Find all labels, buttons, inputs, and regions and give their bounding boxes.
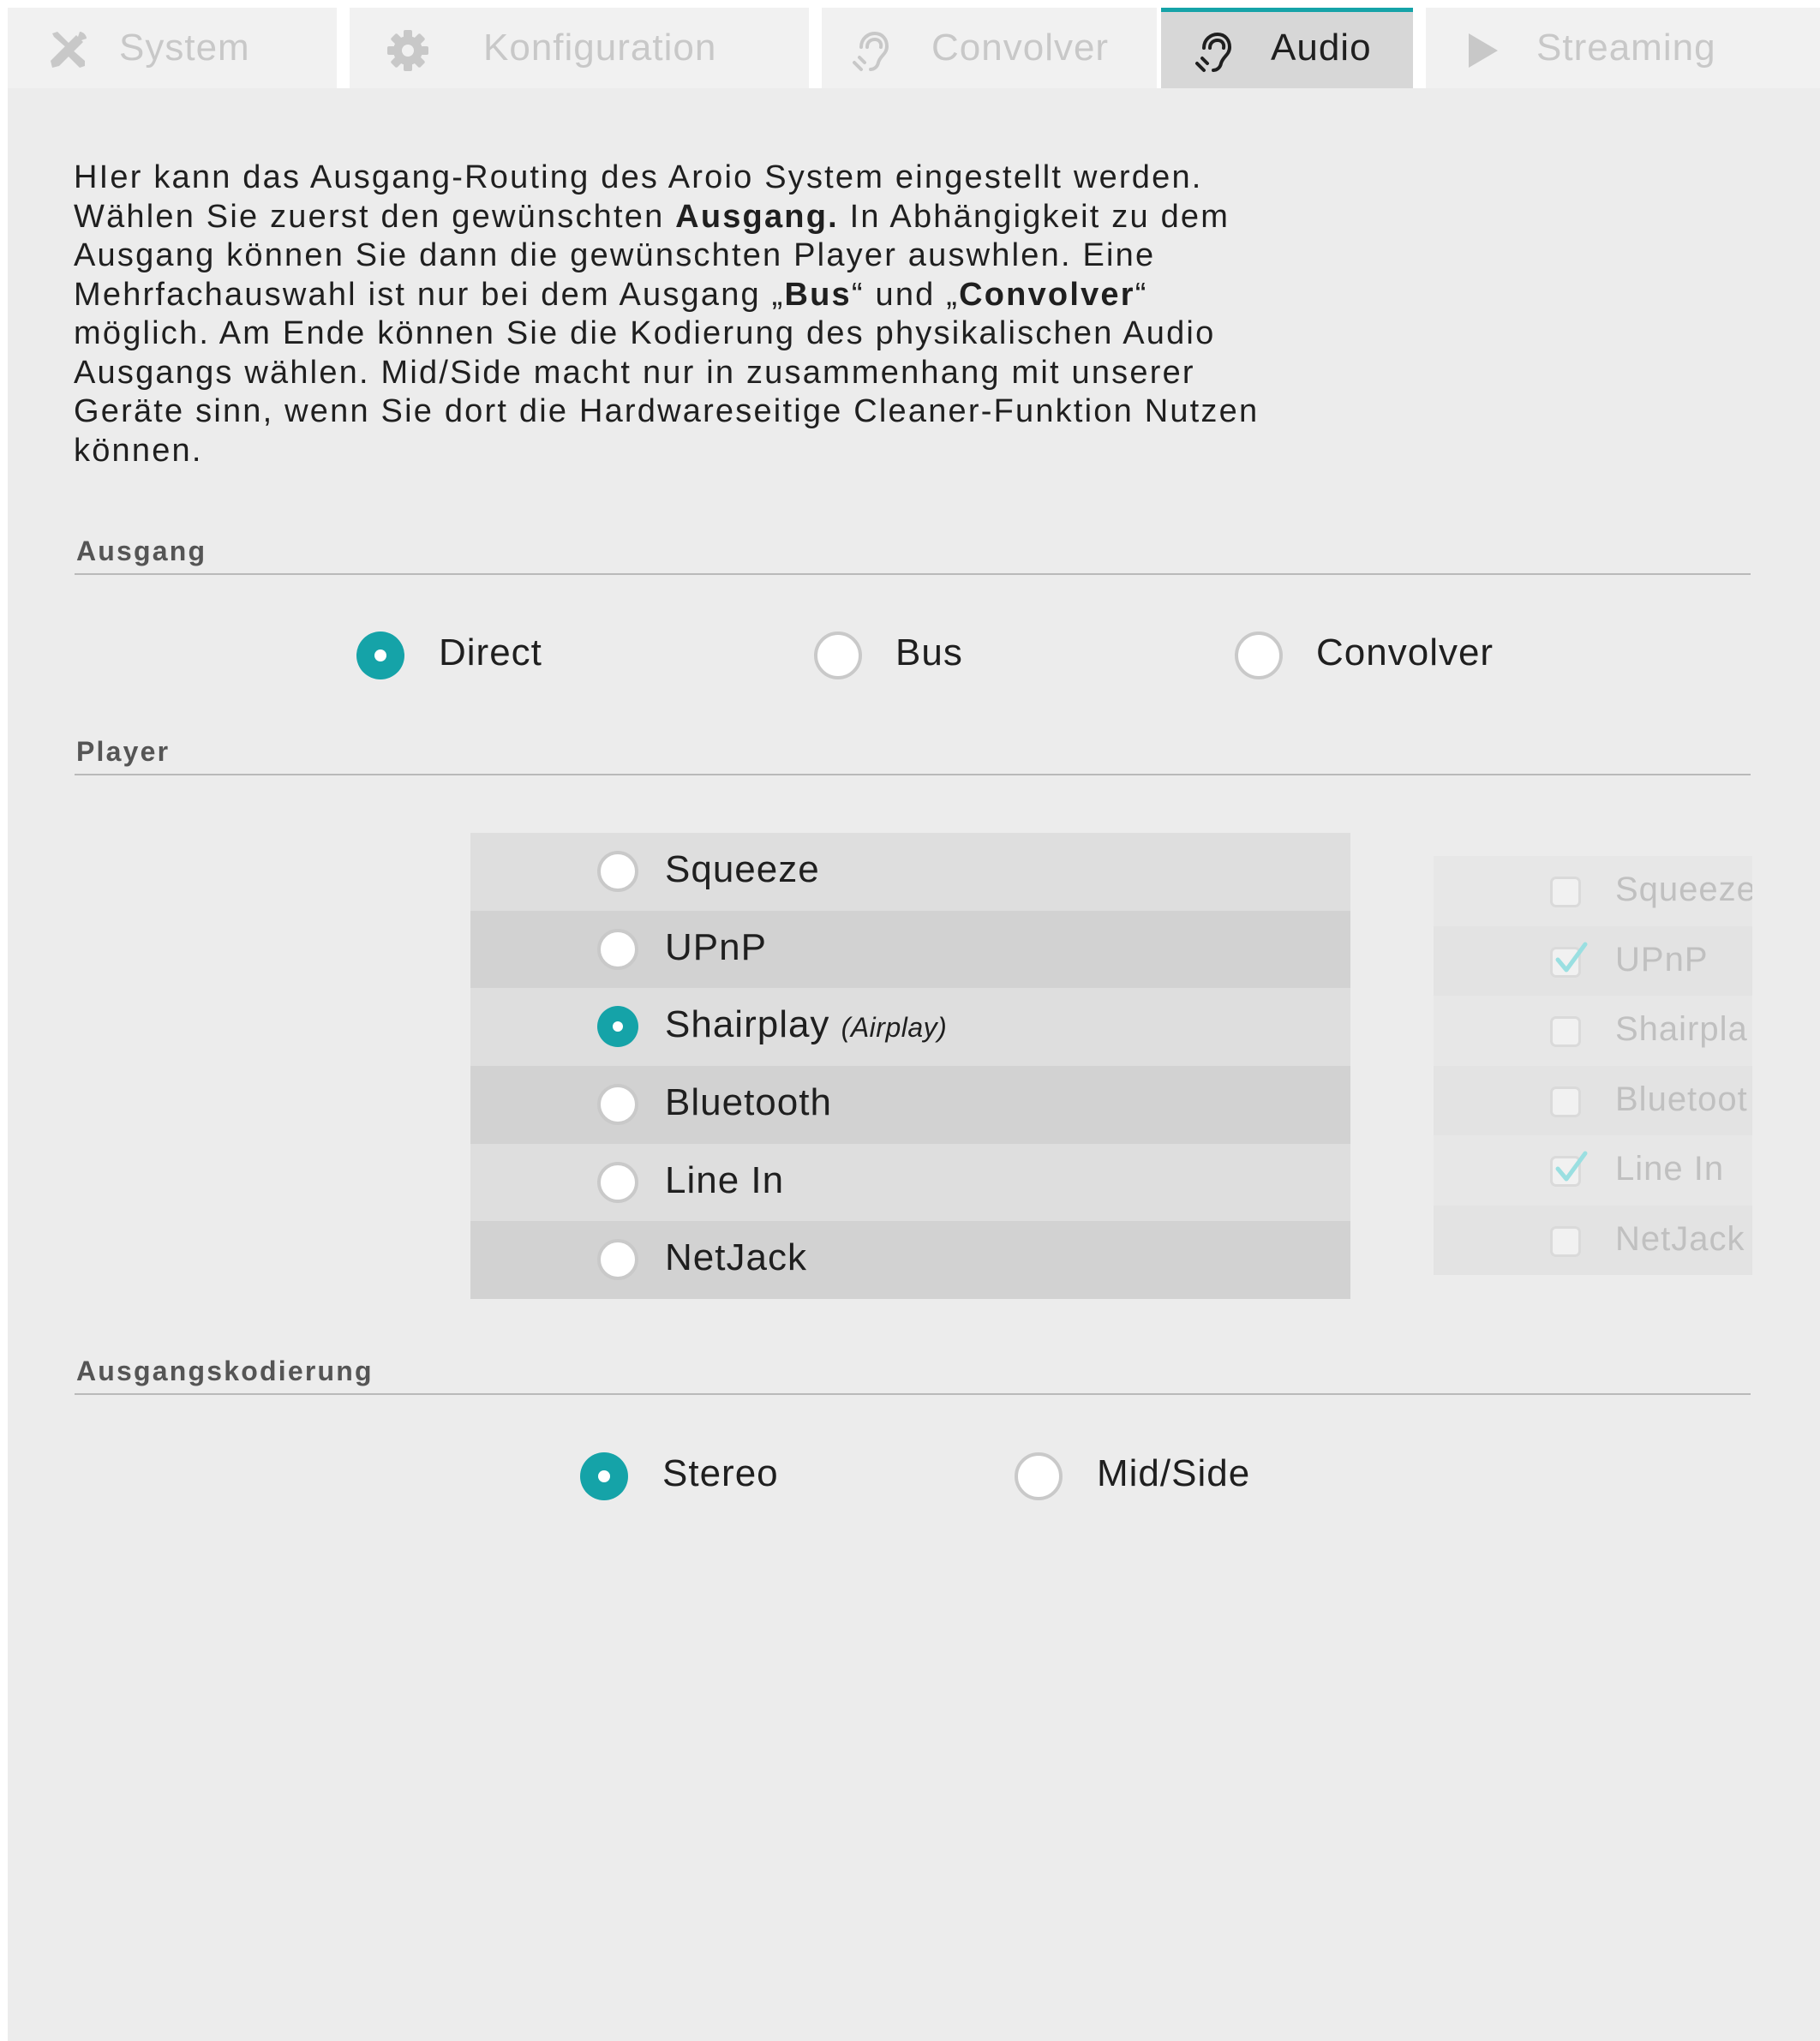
content-panel: HIer kann das Ausgang-Routing des Aroio … (8, 88, 1820, 2041)
section-divider (75, 573, 1751, 575)
multi-option-bluetooth: Bluetoot (1434, 1065, 1752, 1135)
tab-konfiguration[interactable]: Konfiguration (350, 8, 809, 88)
radio-convolver[interactable] (1235, 631, 1283, 679)
radio-shairplay[interactable] (597, 1006, 638, 1048)
tab-audio[interactable]: Audio (1161, 8, 1413, 88)
multi-option-squeeze: Squeeze (1434, 856, 1752, 926)
radio-line-in[interactable] (597, 1161, 638, 1203)
check-icon (1555, 942, 1588, 972)
radio-mid-side[interactable] (1015, 1452, 1063, 1500)
tab-bar: System Konfiguration Convolver Audio Str… (0, 0, 1820, 88)
player-option-shairplay[interactable]: Shairplay (Airplay) (470, 988, 1350, 1067)
player-option-squeeze[interactable]: Squeeze (470, 833, 1350, 911)
check-icon (1555, 1151, 1588, 1182)
radio-bus[interactable] (814, 631, 862, 679)
checkbox-upnp (1550, 942, 1588, 978)
player-option-line-in[interactable]: Line In (470, 1143, 1350, 1222)
player-option-bluetooth[interactable]: Bluetooth (470, 1066, 1350, 1144)
tab-label: System (119, 27, 250, 69)
tab-convolver[interactable]: Convolver (822, 8, 1157, 88)
tab-streaming[interactable]: Streaming (1426, 8, 1820, 88)
gear-icon (387, 30, 428, 71)
radio-bluetooth[interactable] (597, 1084, 638, 1126)
checkbox-squeeze (1550, 877, 1581, 907)
multi-option-shairplay: Shairpla (1434, 996, 1752, 1066)
tools-icon (51, 32, 87, 68)
checkbox-shairplay (1550, 1016, 1581, 1047)
ear-icon (1195, 32, 1232, 72)
tab-label: Convolver (931, 27, 1110, 69)
checkbox-line-in (1550, 1151, 1588, 1187)
tab-label: Audio (1271, 27, 1372, 69)
section-divider (75, 1393, 1751, 1395)
player-multiselect-list: Squeeze UPnP Shairpla Bluetoot Line In N… (1434, 856, 1752, 1275)
tab-label: Konfiguration (483, 27, 717, 69)
section-divider (75, 774, 1751, 775)
player-sublabel: (Airplay) (841, 1012, 948, 1044)
checkbox-bluetooth (1550, 1086, 1581, 1117)
radio-netjack[interactable] (597, 1239, 638, 1281)
multi-option-netjack: NetJack (1434, 1205, 1752, 1275)
section-title-player: Player (76, 736, 171, 767)
intro-text: HIer kann das Ausgang-Routing des Aroio … (74, 159, 1260, 469)
player-option-netjack[interactable]: NetJack (470, 1221, 1350, 1300)
ear-icon (853, 31, 889, 71)
tab-label: Streaming (1536, 27, 1716, 69)
player-option-upnp[interactable]: UPnP (470, 910, 1350, 989)
radio-stereo[interactable] (580, 1452, 628, 1500)
multi-option-line-in: Line In (1434, 1135, 1752, 1206)
multi-option-upnp: UPnP (1434, 925, 1752, 996)
checkbox-netjack (1550, 1225, 1581, 1257)
radio-direct[interactable] (356, 631, 404, 679)
radio-upnp[interactable] (597, 928, 638, 970)
play-icon (1469, 33, 1498, 68)
section-title-ausgang: Ausgang (76, 536, 207, 566)
section-title-ausgangskodierung: Ausgangskodierung (76, 1356, 374, 1386)
radio-squeeze[interactable] (597, 851, 638, 892)
player-radio-list: Squeeze UPnP Shairplay (Airplay) Bluetoo… (470, 833, 1350, 1300)
tab-system[interactable]: System (8, 8, 337, 88)
audio-settings-page: System Konfiguration Convolver Audio Str… (0, 0, 1820, 2041)
